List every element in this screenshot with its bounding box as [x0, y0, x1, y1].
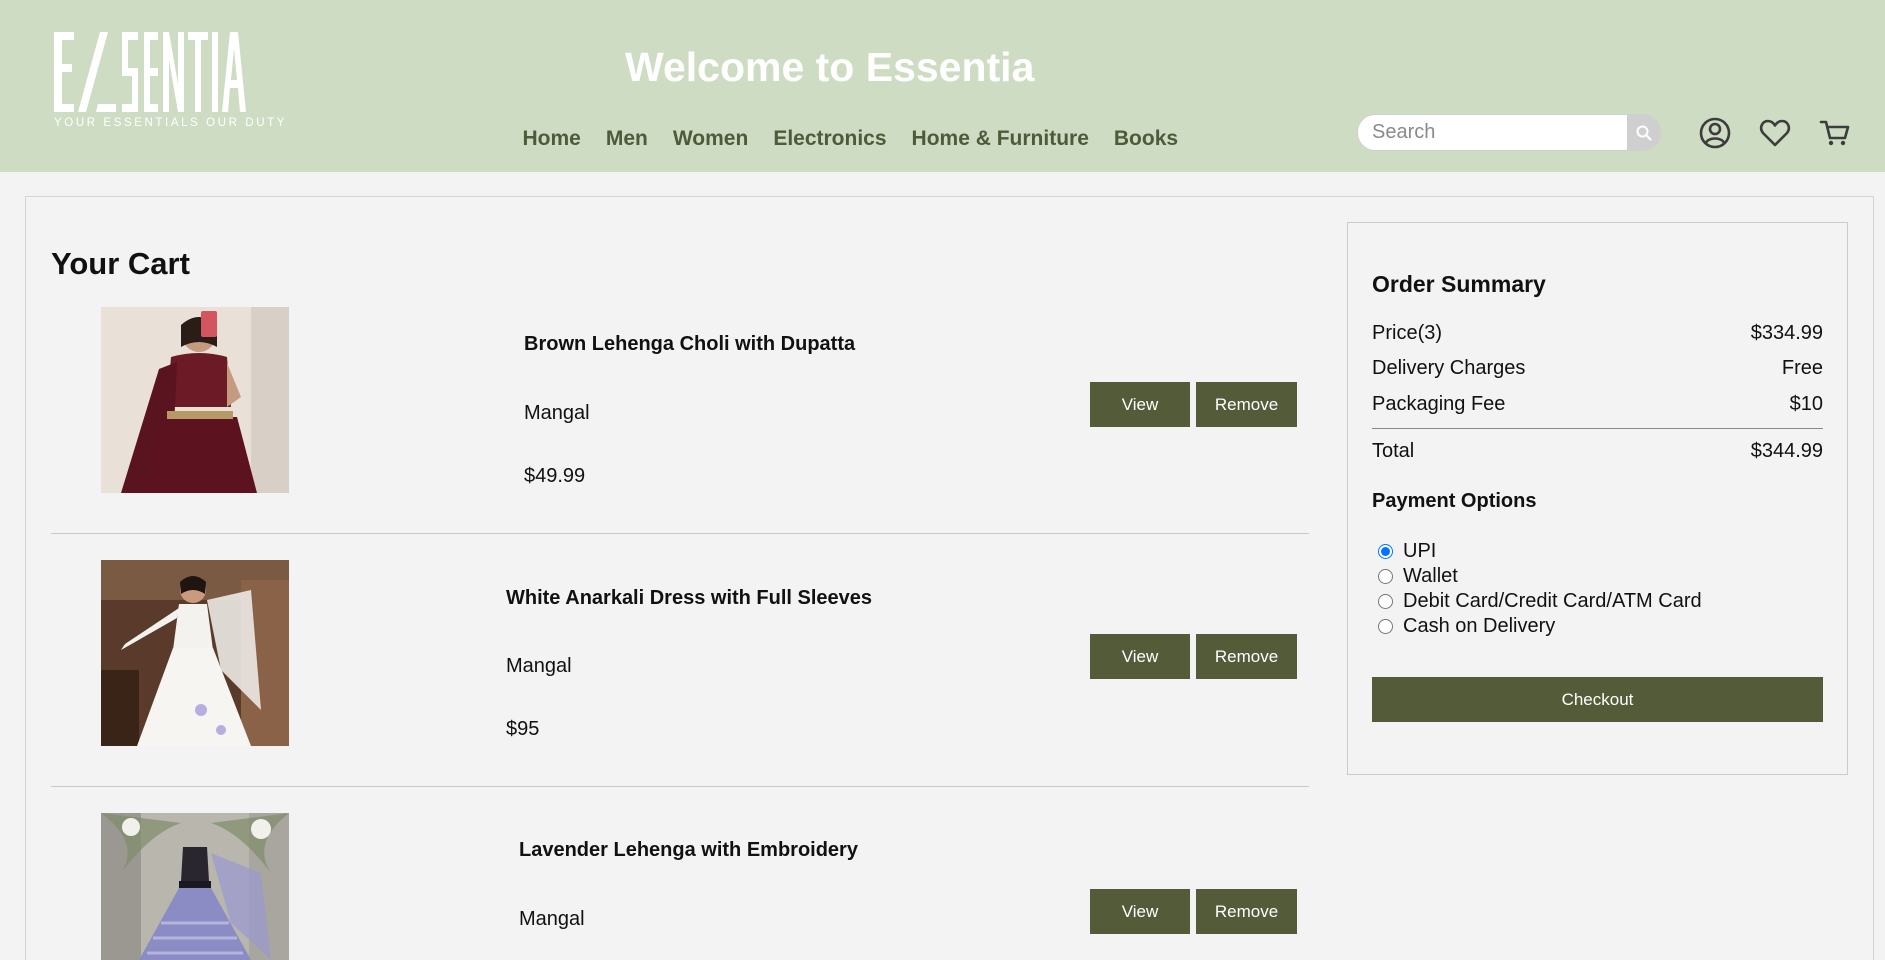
- payment-option-label: Cash on Delivery: [1403, 615, 1556, 637]
- remove-button[interactable]: Remove: [1196, 382, 1297, 427]
- product-brand: Mangal: [519, 908, 585, 930]
- cart-title: Your Cart: [51, 246, 190, 281]
- payment-option-cod[interactable]: Cash on Delivery: [1378, 615, 1555, 638]
- payment-option-wallet[interactable]: Wallet: [1378, 565, 1458, 588]
- payment-option-label: UPI: [1403, 540, 1437, 562]
- user-icon: [1699, 117, 1731, 149]
- wishlist-button[interactable]: [1758, 116, 1792, 150]
- product-brand: Mangal: [506, 655, 572, 677]
- summary-row-delivery: Delivery Charges Free: [1372, 357, 1823, 380]
- view-button[interactable]: View: [1090, 382, 1190, 427]
- product-price: $49.99: [524, 465, 586, 487]
- account-button[interactable]: [1698, 116, 1732, 150]
- payment-option-upi[interactable]: UPI: [1378, 540, 1436, 563]
- nav-women[interactable]: Women: [660, 127, 760, 151]
- summary-row-packaging: Packaging Fee $10: [1372, 393, 1823, 416]
- summary-row-total: Total $344.99: [1372, 440, 1823, 463]
- cart-icon: [1819, 120, 1850, 146]
- heart-icon: [1759, 119, 1791, 147]
- payment-option-card[interactable]: Debit Card/Credit Card/ATM Card: [1378, 590, 1702, 613]
- summary-value: Free: [1781, 357, 1823, 379]
- summary-label: Packaging Fee: [1372, 393, 1506, 415]
- payment-options-title: Payment Options: [1372, 490, 1537, 512]
- search-bar: [1357, 114, 1661, 151]
- payment-option-label: Debit Card/Credit Card/ATM Card: [1403, 590, 1702, 612]
- payment-option-label: Wallet: [1403, 565, 1458, 587]
- remove-button[interactable]: Remove: [1196, 889, 1297, 934]
- main-nav: Home Men Women Electronics Home & Furnit…: [510, 127, 1191, 151]
- cod-radio[interactable]: [1378, 619, 1393, 634]
- wallet-radio[interactable]: [1378, 569, 1393, 584]
- summary-value: $344.99: [1750, 440, 1823, 462]
- nav-electronics[interactable]: Electronics: [761, 127, 899, 151]
- cart-item: White Anarkali Dress with Full Sleeves M…: [51, 560, 1309, 746]
- remove-button[interactable]: Remove: [1196, 634, 1297, 679]
- cart-item: Brown Lehenga Choli with Dupatta Mangal …: [51, 307, 1309, 493]
- summary-value: $334.99: [1750, 322, 1823, 344]
- nav-men[interactable]: Men: [593, 127, 660, 151]
- product-image[interactable]: [101, 307, 289, 493]
- summary-label: Price(3): [1372, 322, 1443, 344]
- summary-divider: [1372, 428, 1823, 429]
- item-divider: [51, 786, 1309, 787]
- product-name[interactable]: White Anarkali Dress with Full Sleeves: [506, 587, 872, 610]
- item-divider: [51, 533, 1309, 534]
- search-icon: [1636, 125, 1652, 141]
- card-radio[interactable]: [1378, 594, 1393, 609]
- upi-radio[interactable]: [1378, 544, 1393, 559]
- search-input[interactable]: [1357, 114, 1627, 151]
- product-name[interactable]: Brown Lehenga Choli with Dupatta: [524, 333, 855, 356]
- nav-home[interactable]: Home: [510, 127, 593, 151]
- product-name[interactable]: Lavender Lehenga with Embroidery: [519, 839, 858, 862]
- product-image[interactable]: [101, 560, 289, 746]
- view-button[interactable]: View: [1090, 889, 1190, 934]
- cart-item: Lavender Lehenga with Embroidery Mangal …: [51, 813, 1309, 960]
- view-button[interactable]: View: [1090, 634, 1190, 679]
- welcome-heading: Welcome to Essentia: [625, 44, 1035, 90]
- cart-button[interactable]: [1818, 116, 1852, 150]
- checkout-button[interactable]: Checkout: [1372, 677, 1823, 722]
- product-brand: Mangal: [524, 402, 590, 424]
- summary-label: Delivery Charges: [1372, 357, 1526, 379]
- order-summary-title: Order Summary: [1372, 271, 1546, 297]
- nav-home-furniture[interactable]: Home & Furniture: [899, 127, 1101, 151]
- summary-value: $10: [1789, 393, 1823, 415]
- search-button[interactable]: [1627, 114, 1661, 151]
- nav-books[interactable]: Books: [1101, 127, 1190, 151]
- summary-row-price: Price(3) $334.99: [1372, 322, 1823, 345]
- product-image[interactable]: [101, 813, 289, 960]
- site-header: YOUR ESSENTIALS OUR DUTY Welcome to Esse…: [0, 0, 1885, 172]
- summary-label: Total: [1372, 440, 1415, 462]
- logo-tagline: YOUR ESSENTIALS OUR DUTY: [54, 117, 288, 129]
- product-price: $95: [506, 718, 540, 740]
